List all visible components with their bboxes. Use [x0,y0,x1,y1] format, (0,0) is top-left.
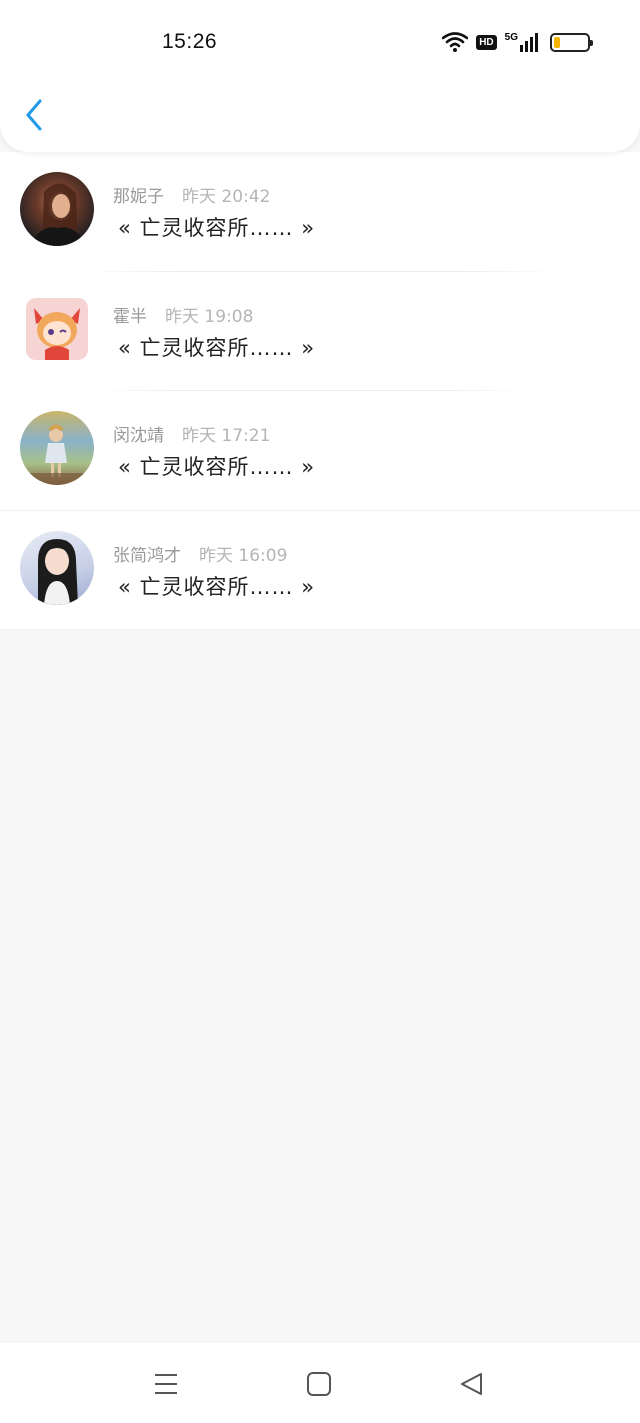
wifi-icon [442,32,469,52]
hd-icon: HD [476,34,497,50]
contact-name: 霍半 [113,306,147,327]
item-name-row: 霍半 昨天 19:08 [113,302,253,327]
message-preview: « 亡灵收容所…… » [118,574,316,599]
message-list: 那妮子 昨天 20:42 « 亡灵收容所…… » 霍半 昨天 19:08 « 亡灵收… [0,152,640,630]
avatar [20,530,94,605]
network-label: 5G [504,32,518,43]
divider [0,629,640,630]
list-item[interactable]: 那妮子 昨天 20:42 « 亡灵收容所…… » [0,152,640,272]
battery-fill [554,36,560,48]
status-icons: HD 5G [442,30,593,54]
list-item[interactable]: 张简鸿才 昨天 16:09 « 亡灵收容所…… » [0,511,640,630]
header: 15:26 HD 5G [0,0,640,152]
message-preview: « 亡灵收容所…… » [118,335,316,360]
list-item[interactable]: 闵沈靖 昨天 17:21 « 亡灵收容所…… » [0,391,640,511]
5g-signal-icon: 5G [505,32,538,52]
back-triangle-icon [461,1373,482,1395]
chevron-left-icon [26,99,42,131]
message-time: 昨天 17:21 [182,426,271,446]
menu-button[interactable] [151,1369,181,1399]
back-nav-button[interactable] [457,1369,487,1399]
home-icon [307,1372,331,1396]
home-button[interactable] [304,1369,334,1399]
battery-icon [550,32,593,52]
avatar [26,297,88,360]
avatar [20,172,94,246]
item-name-row: 张简鸿才 昨天 16:09 [113,541,287,566]
contact-name: 张简鸿才 [113,545,181,566]
back-button[interactable] [20,96,50,136]
message-preview: « 亡灵收容所…… » [118,216,316,240]
message-time: 昨天 19:08 [165,306,254,327]
menu-icon [155,1374,177,1394]
avatar [20,411,94,485]
item-name-row: 闵沈靖 昨天 17:21 [113,421,270,446]
system-navbar [0,1343,640,1423]
message-time: 昨天 16:09 [199,545,288,566]
message-preview: « 亡灵收容所…… » [118,455,316,479]
contact-name: 那妮子 [113,187,164,207]
contact-name: 闵沈靖 [113,426,164,446]
status-time: 15:26 [162,30,218,53]
item-name-row: 那妮子 昨天 20:42 [113,182,270,207]
list-item[interactable]: 霍半 昨天 19:08 « 亡灵收容所…… » [0,272,640,391]
message-time: 昨天 20:42 [182,187,271,207]
